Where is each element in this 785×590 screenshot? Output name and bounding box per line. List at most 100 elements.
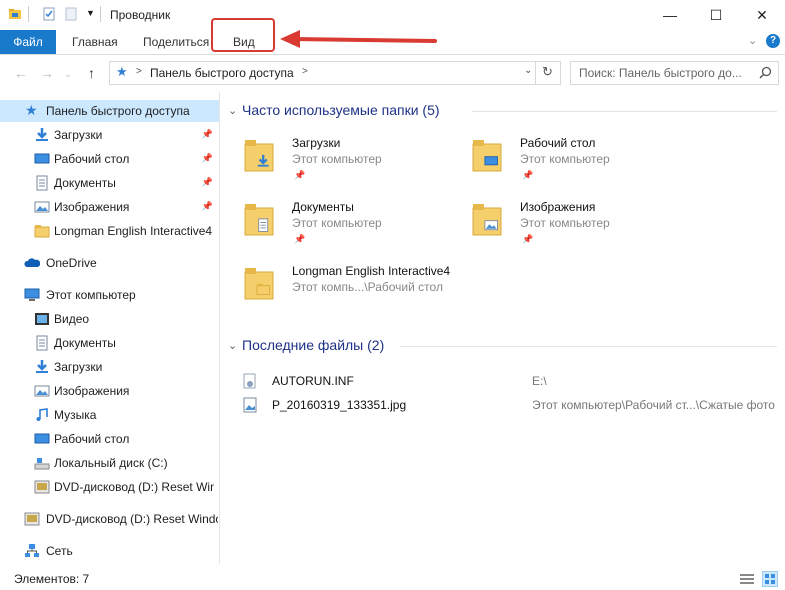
search-placeholder: Поиск: Панель быстрого до...: [579, 66, 742, 80]
nav-onedrive[interactable]: OneDrive: [0, 252, 219, 274]
pin-icon[interactable]: 📌: [202, 201, 213, 212]
documents-icon: [36, 335, 48, 351]
tab-view[interactable]: Вид: [233, 30, 255, 54]
music-icon: [36, 408, 48, 421]
nav-pc-item[interactable]: Изображения: [0, 380, 219, 402]
folder-location: Этот компьютер: [520, 216, 610, 230]
download-icon: [36, 360, 48, 373]
nav-label: Загрузки: [54, 128, 103, 142]
nav-pc-item[interactable]: Видео: [0, 308, 219, 330]
nav-quick-item[interactable]: Рабочий стол 📌: [0, 148, 219, 170]
explorer-icon[interactable]: [8, 7, 22, 21]
nav-label: Панель быстрого доступа: [46, 104, 190, 118]
nav-network[interactable]: Сеть: [0, 540, 219, 562]
pin-icon[interactable]: 📌: [522, 170, 533, 181]
breadcrumb[interactable]: Панель быстрого доступа: [150, 66, 294, 80]
nav-quick-item[interactable]: Longman English Interactive4: [0, 220, 219, 242]
details-view-icon[interactable]: [740, 573, 754, 585]
folder-icon: [256, 283, 270, 296]
nav-dvd-root[interactable]: DVD-дисковод (D:) Reset Windo: [0, 508, 219, 530]
dvd-drive-icon: [34, 480, 50, 494]
pin-icon[interactable]: 📌: [202, 177, 213, 188]
recent-locations-icon[interactable]: ⌄: [64, 69, 72, 80]
folder-name: Документы: [292, 200, 354, 214]
recent-file-row[interactable]: P_20160319_133351.jpg Этот компьютер\Рабо…: [220, 395, 780, 417]
pin-icon[interactable]: 📌: [202, 153, 213, 164]
folder-icon: [244, 268, 274, 300]
tab-share[interactable]: Поделиться: [143, 30, 209, 54]
nav-pc-item[interactable]: Локальный диск (C:): [0, 452, 219, 474]
pin-icon[interactable]: 📌: [522, 234, 533, 245]
content-pane: ⌄ Часто используемые папки (5) Загрузки Э…: [220, 92, 785, 564]
nav-pc-item[interactable]: Рабочий стол: [0, 428, 219, 450]
recent-file-row[interactable]: AUTORUN.INF E:\: [220, 371, 780, 393]
nav-label: Изображения: [54, 384, 130, 398]
file-name: AUTORUN.INF: [272, 374, 354, 388]
address-bar[interactable]: ★ > Панель быстрого доступа > ⌄ ↻: [109, 61, 561, 85]
nav-label: Рабочий стол: [54, 152, 130, 166]
pictures-icon: [34, 201, 50, 213]
folder-name: Изображения: [520, 200, 596, 214]
search-icon[interactable]: [759, 66, 772, 79]
large-icons-view-icon[interactable]: [762, 571, 778, 587]
nav-pc-item[interactable]: Документы: [0, 332, 219, 354]
minimize-button[interactable]: —: [647, 0, 693, 30]
help-icon[interactable]: ?: [766, 34, 780, 48]
pin-icon[interactable]: 📌: [294, 170, 305, 181]
nav-pc-item[interactable]: Загрузки: [0, 356, 219, 378]
network-icon: [25, 544, 39, 557]
frequent-folder-tile[interactable]: Рабочий стол Этот компьютер 📌: [472, 134, 692, 194]
customize-quick-access-dropdown[interactable]: ▼: [86, 8, 95, 18]
frequent-folder-tile[interactable]: Загрузки Этот компьютер 📌: [244, 134, 464, 194]
nav-pc-item[interactable]: Музыка: [0, 404, 219, 426]
nav-label: OneDrive: [46, 256, 97, 270]
nav-label: Загрузки: [54, 360, 103, 374]
search-input[interactable]: Поиск: Панель быстрого до...: [570, 61, 779, 85]
folder-icon: [472, 204, 502, 236]
desktop-icon: [34, 433, 50, 444]
nav-quick-item[interactable]: Загрузки 📌: [0, 124, 219, 146]
quick-access-star-icon: ★: [25, 102, 38, 118]
desktop-icon: [34, 153, 50, 164]
properties-icon[interactable]: [42, 7, 56, 21]
address-history-dropdown[interactable]: ⌄: [524, 65, 532, 76]
pin-icon[interactable]: 📌: [202, 129, 213, 140]
forward-arrow-icon[interactable]: →: [40, 65, 54, 81]
back-arrow-icon[interactable]: ←: [14, 65, 28, 81]
nav-quick-item[interactable]: Документы 📌: [0, 172, 219, 194]
refresh-icon[interactable]: ↻: [542, 64, 553, 80]
local-disk-icon: [34, 458, 50, 470]
address-row: ← → ⌄ ↑ ★ > Панель быстрого доступа > ⌄ …: [0, 55, 785, 91]
collapse-chevron-icon[interactable]: ⌄: [228, 339, 237, 352]
image-file-icon: [243, 397, 257, 413]
pictures-icon: [34, 385, 50, 397]
nav-quick-access[interactable]: ★ Панель быстрого доступа: [0, 100, 219, 122]
folder-name: Longman English Interactive4: [292, 264, 451, 278]
pin-icon[interactable]: 📌: [294, 234, 305, 245]
toolbar-separator: [28, 6, 29, 22]
collapse-chevron-icon[interactable]: ⌄: [228, 104, 237, 117]
section-title-frequent[interactable]: Часто используемые папки (5): [242, 102, 440, 118]
section-title-recent[interactable]: Последние файлы (2): [242, 337, 384, 353]
folder-icon: [244, 204, 274, 236]
frequent-folder-tile[interactable]: Longman English Interactive4 Этот компь..…: [244, 262, 464, 322]
frequent-folder-tile[interactable]: Изображения Этот компьютер 📌: [472, 198, 692, 258]
nav-this-pc[interactable]: Этот компьютер: [0, 284, 219, 306]
pictures-icon: [484, 220, 498, 231]
minimize-icon: —: [663, 7, 677, 23]
maximize-button[interactable]: ☐: [693, 0, 739, 30]
tab-home[interactable]: Главная: [72, 30, 118, 54]
nav-pc-item[interactable]: DVD-дисковод (D:) Reset Windo: [0, 476, 219, 498]
tab-file[interactable]: Файл: [0, 30, 56, 54]
breadcrumb-separator: >: [136, 66, 142, 77]
frequent-folder-tile[interactable]: Документы Этот компьютер 📌: [244, 198, 464, 258]
nav-label: Изображения: [54, 200, 130, 214]
nav-quick-item[interactable]: Изображения 📌: [0, 196, 219, 218]
close-button[interactable]: ✕: [739, 0, 785, 30]
new-folder-icon[interactable]: [64, 7, 78, 21]
file-location: E:\: [532, 374, 547, 388]
expand-ribbon-icon[interactable]: ⌄: [748, 34, 757, 47]
download-icon: [36, 128, 48, 141]
desktop-icon: [484, 156, 498, 166]
up-arrow-icon[interactable]: ↑: [88, 65, 95, 81]
